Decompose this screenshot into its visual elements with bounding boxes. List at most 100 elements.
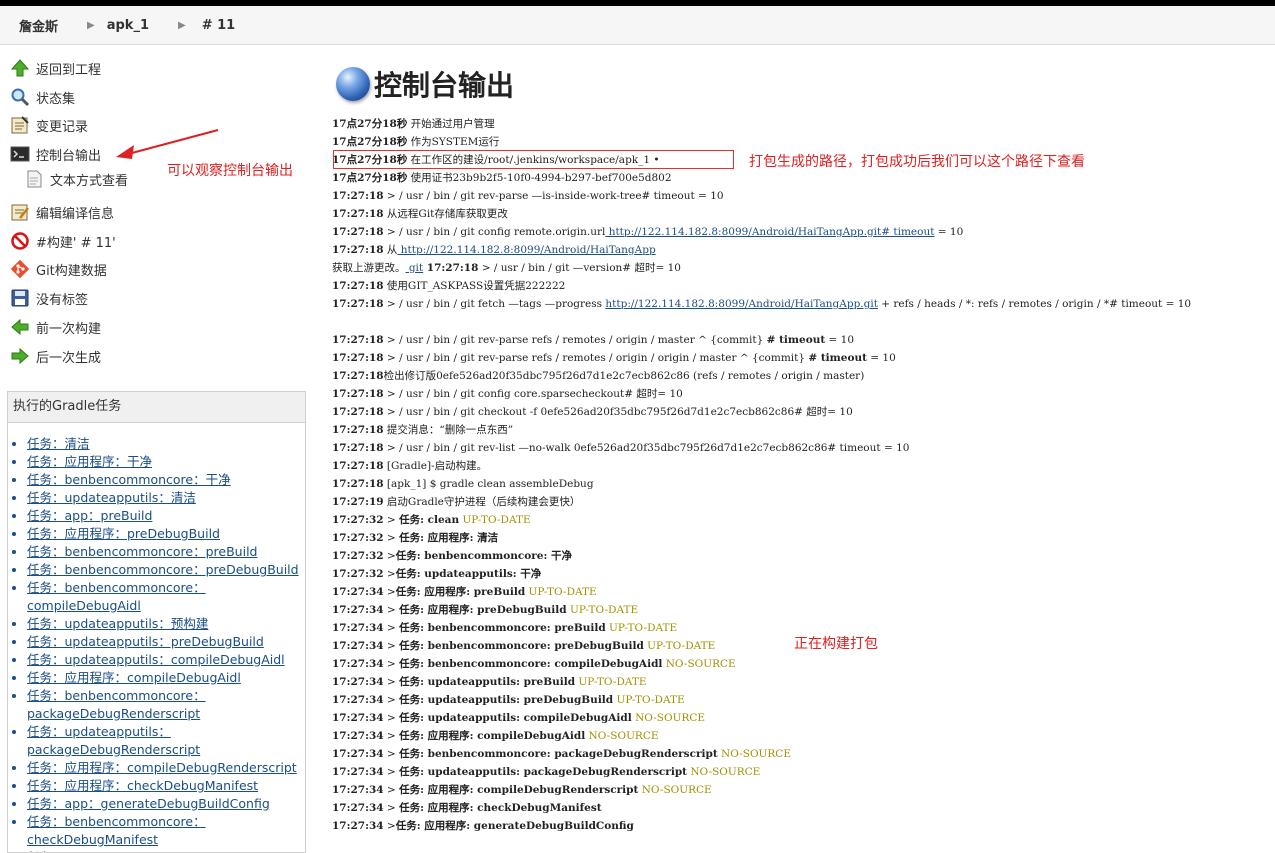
console-text: 17:27:18 [332,226,384,238]
gradle-task-item: 任务：benbencommoncore：干净 [27,471,305,489]
gradle-task-link[interactable]: 任务：benbencommoncore：checkDebugManifest [27,814,206,847]
gradle-task-item: 任务：应用程序：compileDebugRenderscript [27,759,305,777]
annotation-path-note: 打包生成的路径，打包成功后我们可以这个路径下查看 [749,154,1085,170]
console-link[interactable]: http://122.114.182.8:8099/Android/HaiTan… [605,226,935,238]
gradle-task-link[interactable]: 任务：app：generateDebugBuildConfig [27,796,270,811]
console-text: 任务: 应用程序: preBuild [395,586,526,598]
console-line: 获取上游更改。 git 17:27:18 > / usr / bin / git… [332,259,1267,277]
console-text: = 10 [934,226,964,238]
console-line: 17点27分18秒 作为SYSTEM运行 [332,133,1267,151]
console-text: 任务: 应用程序: 清洁 [399,532,499,544]
sidebar-item-back-to-project[interactable]: 返回到工程 [10,57,101,79]
console-text: 17:27:18 [332,190,384,202]
gradle-task-link[interactable]: 任务：updateapputils：preDebugBuild [27,634,264,649]
sidebar-item-edit-build-info[interactable]: 编辑编译信息 [10,201,114,223]
console-text: > / usr / bin / git rev-parse refs / rem… [383,334,767,346]
sidebar-item-delete-build[interactable]: #构建' # 11' [10,230,116,252]
gradle-task-link[interactable]: 任务：app：preBuild [27,508,152,523]
gradle-task-list: 任务：清洁任务：应用程序：干净任务：benbencommoncore：干净任务：… [8,435,305,852]
sidebar-item-git-build-data[interactable]: Git构建数据 [10,258,107,280]
gradle-task-link[interactable]: 任务：benbencommoncore：干净 [27,472,231,487]
gradle-task-link[interactable]: 任务：应用程序：干净 [27,454,152,469]
console-text: 17:27:18 [332,406,384,418]
gradle-task-link[interactable]: 任务：benbencommoncore：compileDebugAidl [27,580,206,613]
gradle-task-item: 任务：updateapputils：预构建 [27,615,305,633]
gradle-task-link[interactable]: 任务：应用程序：compileDebugRenderscript [27,760,297,775]
sidebar-item-plain-text[interactable]: 文本方式查看 [24,168,128,190]
gradle-task-link[interactable]: 任务：updateapputils：compileDebugAidl [27,652,285,667]
console-text: > [383,730,400,742]
console-text: 17:27:32 [332,514,384,526]
left-arrow-icon [10,317,30,337]
gradle-task-item: 任务：app：generateDebugBuildConfig [27,795,305,813]
console-text: 任务: updateapputils: preBuild [399,676,576,688]
sidebar-item-changes[interactable]: 变更记录 [10,114,88,136]
console-link[interactable]: http://122.114.182.8:8099/Android/HaiTan… [605,298,878,310]
console-text: 17:27:18 [332,334,384,346]
gradle-task-link[interactable]: 任务：应用程序：preDebugBuild [27,526,220,541]
sidebar-item-label: #构建' # 11' [36,235,116,251]
console-text: 17:27:34 [332,640,384,652]
breadcrumb-jenkins[interactable]: 詹金斯 [19,16,58,35]
console-line: 17:27:18 > / usr / bin / git rev-list —n… [332,439,1267,457]
chevron-right-icon: ▶ [178,19,186,31]
sidebar-item-next-build[interactable]: 后一次生成 [10,345,101,367]
gradle-tasks-title: 执行的Gradle任务 [8,392,305,423]
console-text: > [383,766,400,778]
sidebar-item-previous-build[interactable]: 前一次构建 [10,316,101,338]
chevron-right-icon: ▶ [87,19,95,31]
console-text: NO-SOURCE [687,766,761,778]
console-line: 17:27:34 > 任务: updateapputils: preDebugB… [332,691,1267,709]
console-text: 从远程Git存储库获取更改 [383,208,508,220]
console-link[interactable]: http://122.114.182.8:8099/Android/HaiTan… [397,244,656,256]
gradle-task-item: 任务：updateapputils：packageDebugRenderscri… [27,723,305,759]
gradle-task-link[interactable]: 任务：清洁 [27,436,90,451]
console-text: > [383,640,400,652]
gradle-task-link[interactable]: 任务：benbencommoncore：preBuild [27,544,257,559]
console-line: 17点27分18秒 开始通过用户管理 [332,115,1267,133]
git-icon [10,259,30,279]
console-text: 17:27:18 [332,208,384,220]
console-text: > [383,514,400,526]
console-text: > [383,748,400,760]
console-link[interactable]: git [406,262,423,274]
console-text: 任务: 应用程序: preDebugBuild [399,604,567,616]
console-text: 17:27:34 [332,658,384,670]
console-text: 任务: benbencommoncore: 干净 [395,550,572,562]
gradle-task-item: 任务：benbencommoncore：checkDebugManifest [27,813,305,849]
console-text: # timeout [766,334,826,346]
gradle-task-item: 任务：updateapputils：preDebugBuild [27,633,305,651]
gradle-task-link[interactable]: 任务：应用程序：checkDebugManifest [27,778,258,793]
console-text: 任务: benbencommoncore: preDebugBuild [399,640,644,652]
console-text: + refs / heads / *: refs / remotes / ori… [877,298,1192,310]
gradle-task-link[interactable]: 任务：updateapputils：packageDebugRenderscri… [27,724,200,757]
sidebar-item-no-tags[interactable]: 没有标签 [10,287,88,309]
gradle-task-link[interactable]: 任务：benbencommoncore：packageDebugRendersc… [27,688,206,721]
gradle-task-item: 任务：benbencommoncore：compileDebugRen... [27,849,305,852]
sidebar-item-label: 控制台输出 [36,148,102,164]
console-line: 17:27:34 > 任务: updateapputils: preBuild … [332,673,1267,691]
sidebar-item-console-output[interactable]: 控制台输出 [10,143,101,165]
sidebar-item-label: 后一次生成 [36,350,102,366]
sidebar-item-status[interactable]: 状态集 [10,86,75,108]
console-text: 开始通过用户管理 [407,118,495,130]
breadcrumb-build[interactable]: # 11 [202,18,236,33]
console-line: 17:27:18 从 http://122.114.182.8:8099/And… [332,241,1267,259]
console-text: 任务: 应用程序: generateDebugBuildConfig [395,820,634,832]
console-text: > [383,802,400,814]
console-text: > / usr / bin / git fetch —tags —progres… [383,298,606,310]
floppy-disk-icon [10,288,30,308]
console-line: 17:27:34 >任务: 应用程序: preBuild UP-TO-DATE [332,583,1267,601]
globe-icon [336,67,370,101]
console-text: NO-SOURCE [631,712,706,724]
console-text: 17:27:32 [332,568,384,580]
console-line: 17:27:19 启动Gradle守护进程（后续构建会更快） [332,493,1267,511]
console-text: > [383,694,400,706]
console-line: 17:27:18 从远程Git存储库获取更改 [332,205,1267,223]
gradle-task-link[interactable]: 任务：benbencommoncore：preDebugBuild [27,562,299,577]
gradle-task-link[interactable]: 任务：应用程序：compileDebugAidl [27,670,241,685]
gradle-task-link[interactable]: 任务：updateapputils：清洁 [27,490,196,505]
breadcrumb-job[interactable]: apk_1 [107,18,149,33]
gradle-task-link[interactable]: 任务：updateapputils：预构建 [27,616,208,631]
page-title: 控制台输出 [336,64,514,104]
